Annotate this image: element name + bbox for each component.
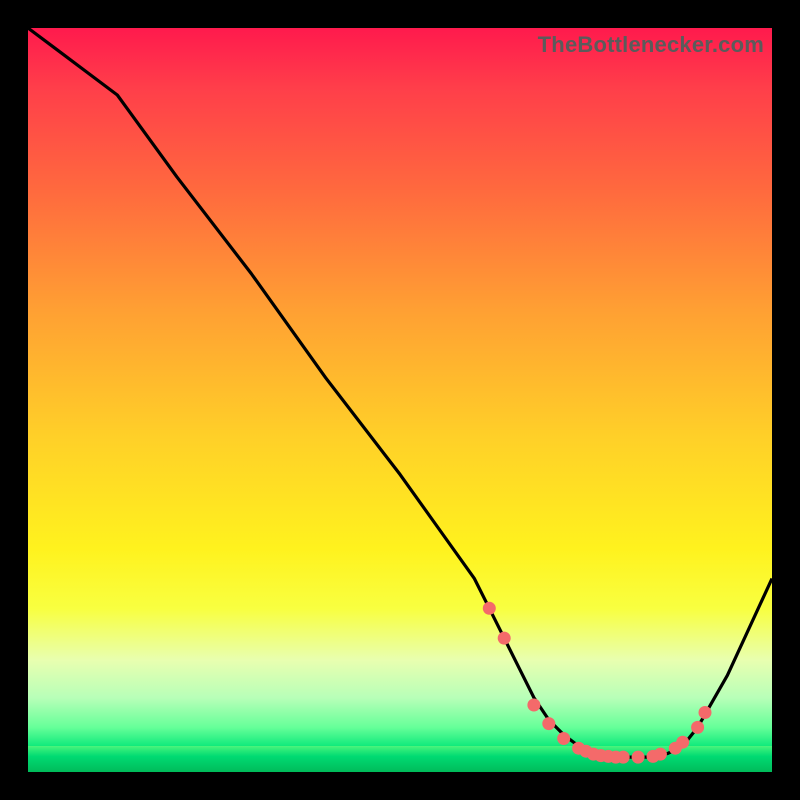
curve-marker — [676, 736, 689, 749]
curve-marker — [542, 717, 555, 730]
curve-marker — [498, 632, 511, 645]
curve-layer — [28, 28, 772, 772]
curve-markers — [483, 602, 712, 764]
plot-area: TheBottlenecker.com — [28, 28, 772, 772]
watermark-text: TheBottlenecker.com — [538, 32, 764, 58]
curve-marker — [691, 721, 704, 734]
curve-marker — [654, 748, 667, 761]
curve-marker — [527, 699, 540, 712]
bottleneck-curve — [28, 28, 772, 757]
curve-marker — [557, 732, 570, 745]
curve-marker — [699, 706, 712, 719]
curve-marker — [483, 602, 496, 615]
chart-frame: TheBottlenecker.com — [28, 28, 772, 772]
curve-marker — [632, 751, 645, 764]
curve-marker — [617, 751, 630, 764]
